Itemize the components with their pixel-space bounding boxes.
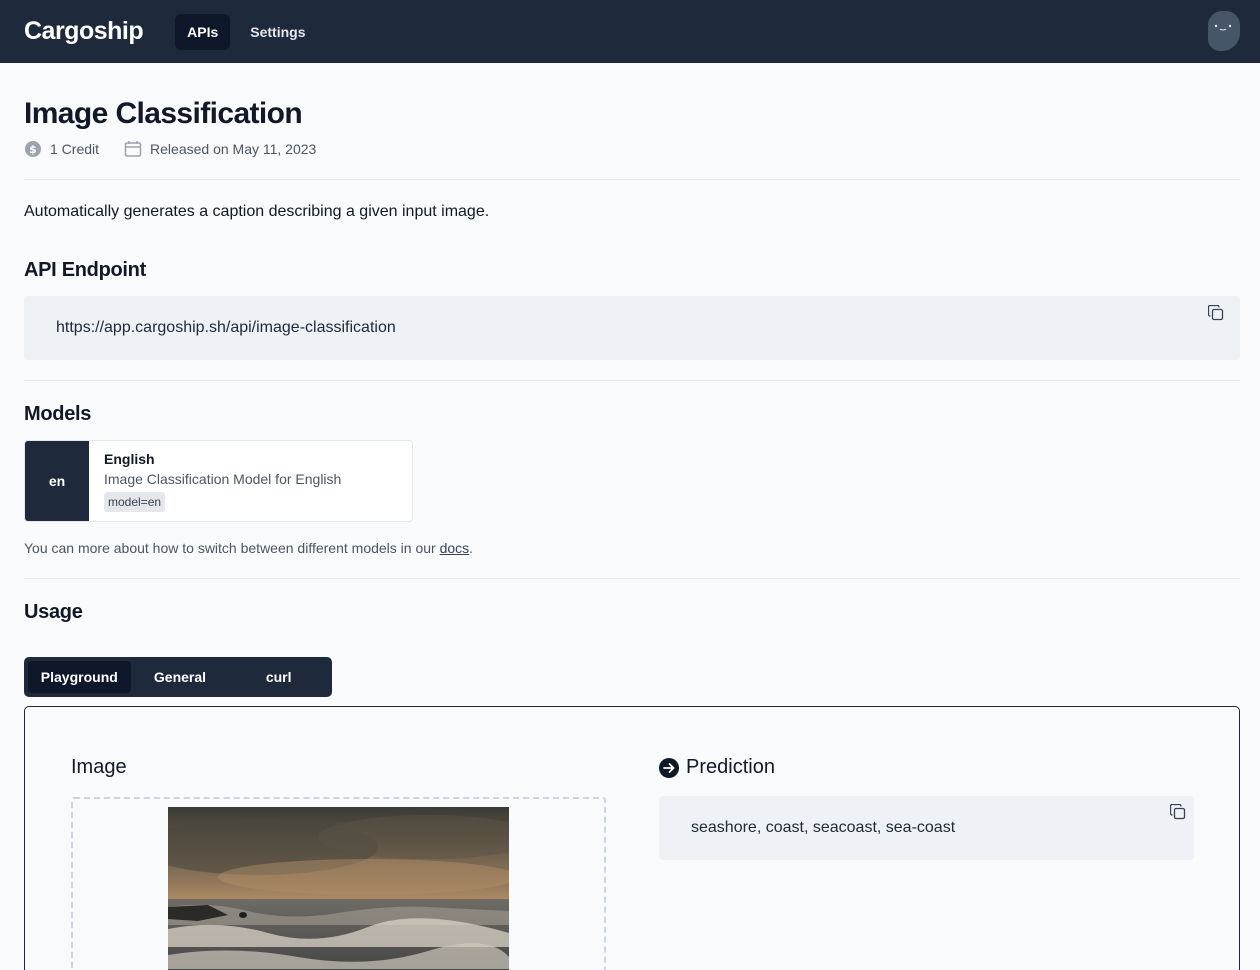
tab-playground[interactable]: Playground	[28, 661, 131, 693]
main-content: Image Classification $ 1 Credit Released…	[0, 97, 1260, 970]
model-param-tag: model=en	[104, 492, 166, 512]
note-suffix: .	[469, 540, 474, 556]
credit-text: 1 Credit	[50, 141, 100, 157]
tab-general[interactable]: General	[131, 661, 230, 693]
model-description: Image Classification Model for English	[104, 471, 342, 487]
model-code: en	[25, 441, 89, 521]
image-dropzone[interactable]	[71, 797, 606, 970]
image-label: Image	[71, 756, 127, 778]
models-note: You can more about how to switch between…	[24, 540, 1240, 556]
copy-prediction-button[interactable]	[1170, 804, 1186, 820]
calendar-icon	[124, 141, 142, 157]
release-info: Released on May 11, 2023	[124, 140, 316, 158]
image-pane: Image	[71, 707, 606, 970]
top-navbar: Cargoship APIs Settings	[0, 0, 1260, 63]
model-name: English	[104, 451, 155, 467]
divider	[24, 578, 1240, 579]
app-logo[interactable]: Cargoship	[24, 17, 144, 46]
prediction-output: seashore, coast, seacoast, sea-coast	[659, 796, 1194, 860]
dollar-icon: $	[25, 141, 41, 157]
tab-curl[interactable]: curl	[229, 661, 328, 693]
note-text: You can more about how to switch between…	[24, 540, 440, 556]
nav-apis[interactable]: APIs	[175, 13, 231, 50]
uploaded-image	[168, 807, 509, 970]
user-avatar[interactable]	[1208, 11, 1240, 51]
prediction-header: Prediction	[659, 756, 1194, 779]
usage-heading: Usage	[24, 601, 83, 623]
main-nav: APIs Settings	[175, 13, 317, 50]
page-meta: $ 1 Credit Released on May 11, 2023	[24, 140, 1240, 158]
prediction-value[interactable]: seashore, coast, seacoast, sea-coast	[691, 819, 955, 837]
playground-panel: Image Prediction seashore, coast, seacoa…	[24, 706, 1240, 970]
divider	[24, 179, 1240, 180]
prediction-pane: Prediction seashore, coast, seacoast, se…	[640, 729, 1218, 970]
avatar-face-icon	[1214, 24, 1232, 31]
endpoint-heading: API Endpoint	[24, 259, 146, 281]
usage-tabs: Playground General curl	[24, 657, 332, 697]
copy-icon	[1208, 305, 1224, 321]
endpoint-url[interactable]: https://app.cargoship.sh/api/image-class…	[56, 319, 396, 337]
copy-endpoint-button[interactable]	[1208, 305, 1224, 321]
prediction-inner: Prediction seashore, coast, seacoast, se…	[659, 756, 1194, 860]
svg-text:$: $	[29, 143, 37, 156]
model-body: English Image Classification Model for E…	[89, 441, 356, 521]
prediction-label: Prediction	[686, 756, 775, 778]
model-card-en[interactable]: en English Image Classification Model fo…	[24, 440, 413, 522]
arrow-right-circle-icon	[659, 757, 679, 778]
models-heading: Models	[24, 403, 92, 425]
docs-link[interactable]: docs	[440, 540, 470, 556]
endpoint-box: https://app.cargoship.sh/api/image-class…	[24, 296, 1240, 360]
page-title: Image Classification	[24, 97, 303, 130]
credit-info: $ 1 Credit	[24, 140, 99, 158]
nav-settings[interactable]: Settings	[238, 14, 317, 50]
release-date: Released on May 11, 2023	[150, 141, 317, 157]
api-description: Automatically generates a caption descri…	[24, 203, 490, 220]
divider	[24, 380, 1240, 381]
copy-icon	[1170, 804, 1186, 820]
